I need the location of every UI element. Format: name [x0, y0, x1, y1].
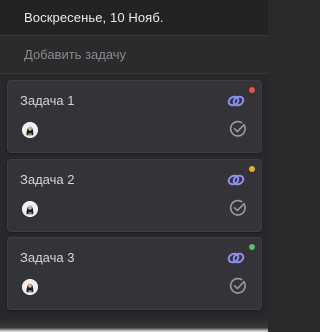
link-icon[interactable] — [227, 95, 245, 107]
avatar[interactable] — [22, 279, 38, 295]
check-circle-icon[interactable] — [229, 120, 247, 138]
check-circle-icon[interactable] — [229, 199, 247, 217]
task-title: Задача 3 — [20, 250, 75, 265]
task-card[interactable]: Задача 2 — [7, 159, 262, 232]
priority-dot — [249, 87, 255, 93]
priority-dot — [249, 244, 255, 250]
user-icon — [22, 122, 38, 138]
add-task-input[interactable] — [24, 45, 244, 63]
avatar[interactable] — [22, 122, 38, 138]
check-circle-icon[interactable] — [229, 277, 247, 295]
task-card[interactable]: Задача 3 — [7, 237, 262, 310]
link-icon[interactable] — [227, 252, 245, 264]
user-icon — [22, 279, 38, 295]
user-icon — [22, 201, 38, 217]
date-title: Воскресенье, 10 Нояб. — [24, 10, 164, 25]
task-title: Задача 1 — [20, 93, 75, 108]
task-title: Задача 2 — [20, 172, 75, 187]
link-icon[interactable] — [227, 174, 245, 186]
date-header: Воскресенье, 10 Нояб. — [0, 0, 268, 36]
task-card[interactable]: Задача 1 — [7, 80, 262, 153]
priority-dot — [249, 166, 255, 172]
bottom-edge — [0, 318, 268, 332]
add-task-bar[interactable] — [0, 37, 268, 74]
avatar[interactable] — [22, 201, 38, 217]
task-list: Задача 1 Задача 2 Задача 3 — [0, 74, 268, 332]
task-app: Воскресенье, 10 Нояб. Задача 1 — [0, 0, 268, 332]
